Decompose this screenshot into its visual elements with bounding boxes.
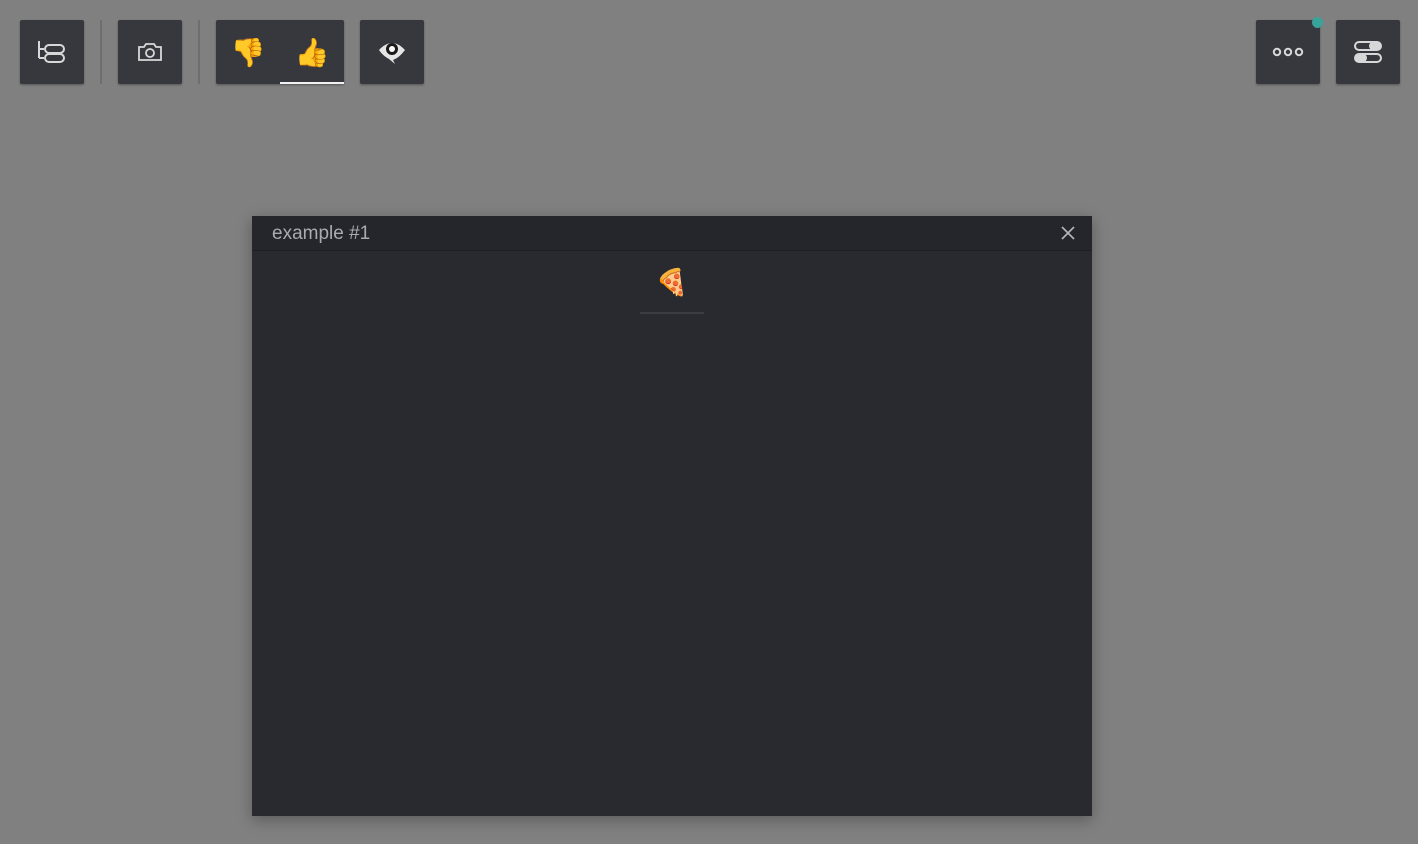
toolbar-divider — [100, 20, 102, 84]
reaction-toggle-group: 👎 👍 — [216, 20, 344, 84]
pizza-icon: 🍕 — [655, 266, 689, 297]
thumbs-down-button[interactable]: 👎 — [216, 20, 280, 84]
camera-icon — [138, 43, 162, 61]
camera-button[interactable] — [118, 20, 182, 84]
toolbar-divider — [198, 20, 200, 84]
example-panel: example #1 🍕 — [252, 216, 1092, 816]
tree-list-icon — [38, 41, 65, 63]
thumbs-up-button[interactable]: 👍 — [280, 20, 344, 84]
tree-list-button[interactable] — [20, 20, 84, 84]
thumbs-down-icon: 👎 — [230, 36, 266, 68]
more-options-button[interactable] — [1256, 17, 1323, 84]
settings-toggle-button[interactable] — [1336, 20, 1400, 84]
thumbs-up-icon: 👍 — [294, 36, 330, 68]
tab-pizza[interactable]: 🍕 — [640, 252, 704, 314]
notification-badge — [1312, 17, 1323, 28]
eye-button[interactable] — [360, 20, 424, 84]
close-icon[interactable] — [1060, 225, 1076, 241]
panel-title: example #1 — [272, 223, 371, 244]
eye-icon — [379, 43, 405, 64]
panel-header[interactable]: example #1 — [252, 216, 1092, 251]
more-dots-icon — [1272, 47, 1304, 57]
toggle-settings-icon — [1354, 41, 1382, 63]
